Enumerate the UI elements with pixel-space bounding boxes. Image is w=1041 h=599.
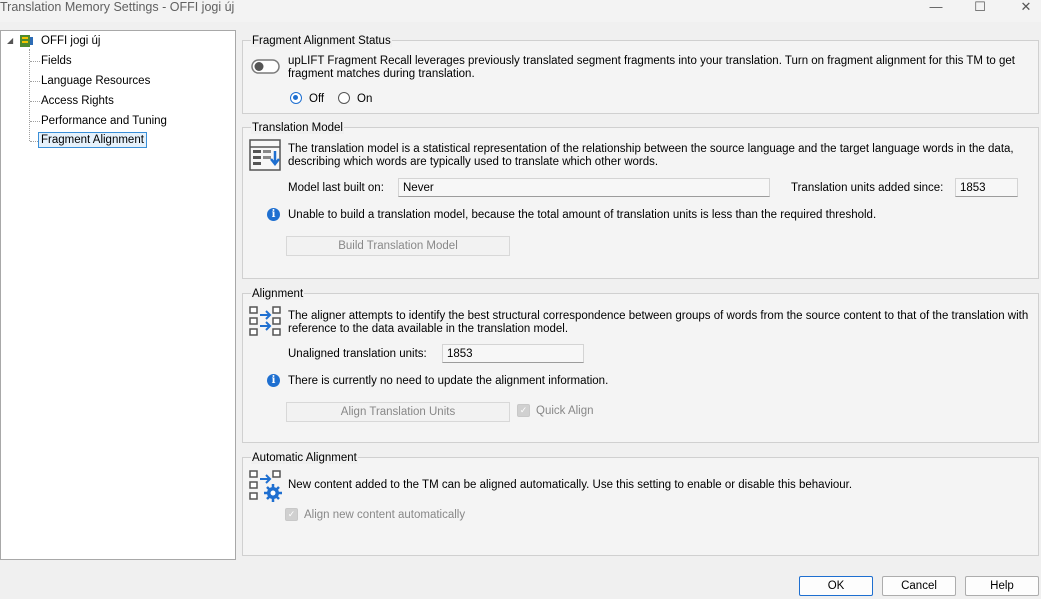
- alignment-description: The aligner attempts to identify the bes…: [288, 310, 1029, 335]
- alignment-info: There is currently no need to update the…: [288, 375, 609, 387]
- group-title: Alignment: [251, 288, 305, 300]
- close-icon[interactable]: ✕: [1014, 0, 1038, 14]
- unaligned-label: Unaligned translation units:: [288, 348, 427, 360]
- radio-on[interactable]: [338, 92, 350, 104]
- automatic-alignment-description: New content added to the TM can be align…: [288, 479, 853, 491]
- tree-line: [29, 49, 30, 141]
- tree-item-access-rights[interactable]: Access Rights: [41, 95, 114, 107]
- group-title: Translation Model: [251, 122, 344, 134]
- tree-connector: [30, 81, 40, 82]
- cancel-button[interactable]: Cancel: [882, 576, 956, 596]
- quick-align-checkbox[interactable]: ✓: [517, 404, 530, 417]
- database-icon: [20, 35, 33, 47]
- settings-tree[interactable]: ◢ OFFI jogi új Fields Language Resources…: [0, 30, 236, 560]
- radio-on-label: On: [357, 93, 373, 105]
- ok-button[interactable]: OK: [799, 576, 873, 596]
- translation-model-icon: [249, 139, 281, 171]
- quick-align-label: Quick Align: [536, 405, 594, 417]
- align-new-content-checkbox[interactable]: ✓: [285, 508, 298, 521]
- info-icon: i: [267, 374, 280, 387]
- alignment-icon: [249, 306, 281, 336]
- tree-item-fields[interactable]: Fields: [41, 55, 72, 67]
- collapse-arrow-icon[interactable]: ◢: [7, 36, 13, 45]
- tree-item-fragment-alignment[interactable]: Fragment Alignment: [38, 132, 147, 148]
- last-built-field: Never: [398, 178, 770, 197]
- title-bar: Translation Memory Settings - OFFI jogi …: [0, 0, 1041, 22]
- tree-item-language-resources[interactable]: Language Resources: [41, 75, 150, 87]
- auto-alignment-icon: [249, 470, 282, 502]
- group-title: Fragment Alignment Status: [251, 35, 392, 47]
- maximize-icon[interactable]: ☐: [968, 0, 992, 14]
- group-title: Automatic Alignment: [251, 452, 358, 464]
- automatic-alignment-group: Automatic Alignment: [242, 452, 1039, 556]
- align-new-content-label: Align new content automatically: [304, 509, 466, 521]
- minimize-icon[interactable]: —: [924, 0, 948, 14]
- unaligned-field: 1853: [442, 344, 584, 363]
- last-built-label: Model last built on:: [288, 182, 384, 194]
- fragment-status-description: upLIFT Fragment Recall leverages previou…: [288, 55, 1015, 80]
- help-button[interactable]: Help: [965, 576, 1039, 596]
- align-translation-units-button[interactable]: Align Translation Units: [286, 402, 510, 422]
- translation-model-info: Unable to build a translation model, bec…: [288, 209, 877, 221]
- tree-connector: [30, 61, 40, 62]
- toggle-switch-icon[interactable]: [251, 59, 281, 75]
- tree-connector: [30, 101, 40, 102]
- build-translation-model-button[interactable]: Build Translation Model: [286, 236, 510, 256]
- units-added-field: 1853: [955, 178, 1018, 197]
- window-title: Translation Memory Settings - OFFI jogi …: [0, 0, 235, 14]
- tree-item-performance-tuning[interactable]: Performance and Tuning: [41, 115, 167, 127]
- tree-root[interactable]: OFFI jogi új: [41, 35, 100, 47]
- radio-off[interactable]: [290, 92, 302, 104]
- units-added-label: Translation units added since:: [791, 182, 944, 194]
- tree-connector: [30, 121, 40, 122]
- translation-model-description: The translation model is a statistical r…: [288, 143, 1014, 168]
- radio-off-label: Off: [309, 93, 325, 105]
- info-icon: i: [267, 208, 280, 221]
